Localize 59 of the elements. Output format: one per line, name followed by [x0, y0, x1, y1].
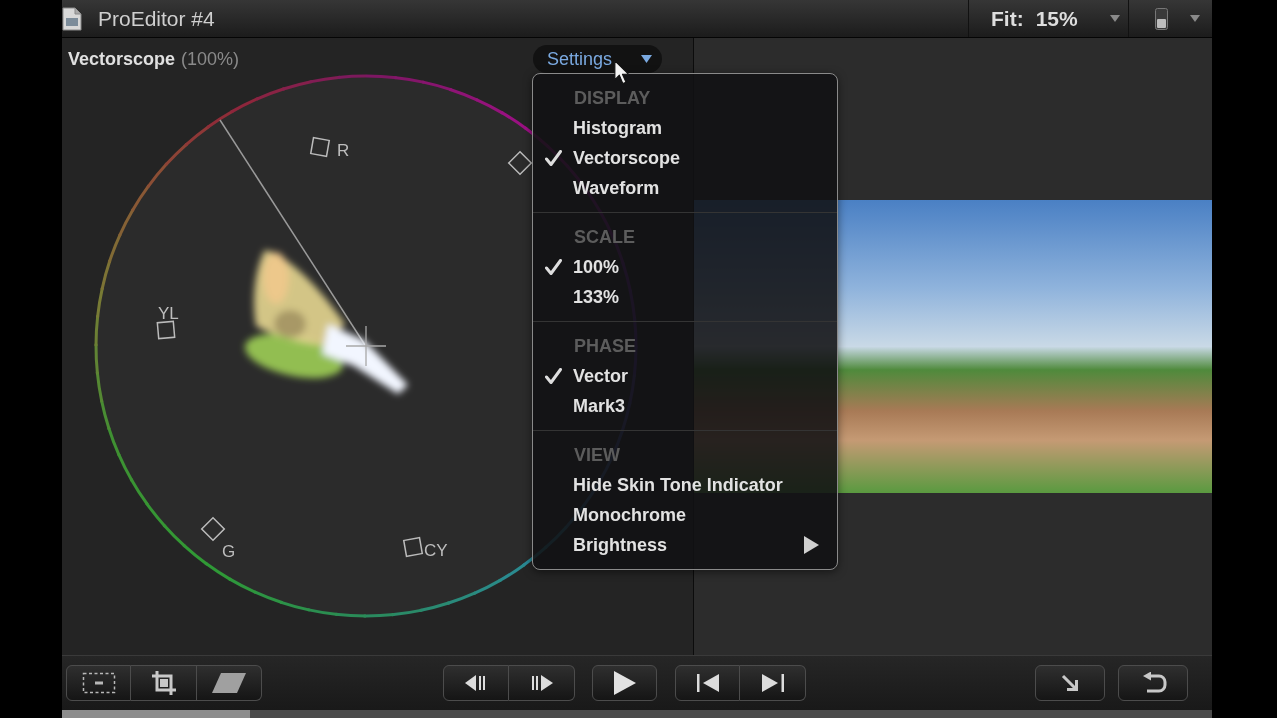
skip-end-icon: [761, 674, 784, 692]
step-forward-icon: [530, 675, 553, 691]
selection-button[interactable]: [66, 665, 131, 701]
crosshair-icon: [345, 325, 387, 367]
target-marker-icon: [156, 320, 176, 340]
caret-icon: [1110, 15, 1120, 22]
toggle-icon: [1155, 7, 1168, 30]
caret-icon: [641, 55, 652, 63]
menu-section-heading: DISPLAY: [573, 87, 652, 110]
menu-item[interactable]: Hide Skin Tone Indicator: [533, 470, 837, 500]
scale-label: (100%): [181, 48, 240, 70]
menu-section-heading: SCALE: [573, 226, 636, 249]
target-marker-icon: [402, 536, 424, 558]
menu-item[interactable]: Waveform: [533, 173, 837, 203]
menu-item[interactable]: Vectorscope: [533, 143, 837, 173]
selection-frame-icon: [81, 672, 116, 694]
menu-section-heading: PHASE: [573, 335, 637, 358]
skip-start-icon: [696, 674, 719, 692]
step-forward-button[interactable]: [509, 665, 575, 701]
diagonal-arrow-icon: [1060, 673, 1080, 693]
return-button[interactable]: [1118, 665, 1188, 701]
check-icon: [545, 259, 562, 275]
scroll-thumb[interactable]: [62, 710, 250, 718]
go-to-start-button[interactable]: [675, 665, 740, 701]
menu-item[interactable]: Mark3: [533, 391, 837, 421]
target-marker-icon: [507, 150, 533, 176]
caret-icon: [1190, 15, 1200, 22]
go-to-end-button[interactable]: [740, 665, 806, 701]
target-label: CY: [424, 541, 448, 560]
target-marker-icon: [200, 516, 226, 542]
scrollbar[interactable]: [62, 710, 1212, 718]
check-icon: [545, 368, 562, 384]
target-label: R: [337, 141, 350, 160]
step-back-button[interactable]: [443, 665, 509, 701]
menu-item[interactable]: Monochrome: [533, 500, 837, 530]
menu-item[interactable]: Brightness: [533, 530, 837, 560]
menu-item[interactable]: 133%: [533, 282, 837, 312]
crop-icon: [150, 670, 177, 696]
step-back-icon: [465, 675, 487, 691]
target-marker-icon: [309, 136, 331, 158]
window-title: ProEditor #4: [98, 6, 215, 31]
target-label: G: [222, 542, 236, 561]
zoom-dropdown[interactable]: Fit: 15%: [968, 0, 1128, 37]
target-label: YL: [158, 304, 179, 323]
settings-button[interactable]: Settings: [533, 45, 662, 73]
crop-button[interactable]: [131, 665, 197, 701]
menu-item[interactable]: 100%: [533, 252, 837, 282]
play-icon: [613, 671, 636, 695]
distort-button[interactable]: [197, 665, 262, 701]
parallelogram-icon: [211, 672, 247, 694]
menu-section-heading: VIEW: [573, 444, 621, 467]
menu-item[interactable]: Histogram: [533, 113, 837, 143]
panel-title: Vectorscope: [68, 48, 176, 70]
menu-item[interactable]: Vector: [533, 361, 837, 391]
check-icon: [545, 150, 562, 166]
expand-button[interactable]: [1035, 665, 1105, 701]
play-button[interactable]: [592, 665, 657, 701]
document-icon: [62, 6, 82, 31]
submenu-arrow-icon: [804, 536, 819, 554]
